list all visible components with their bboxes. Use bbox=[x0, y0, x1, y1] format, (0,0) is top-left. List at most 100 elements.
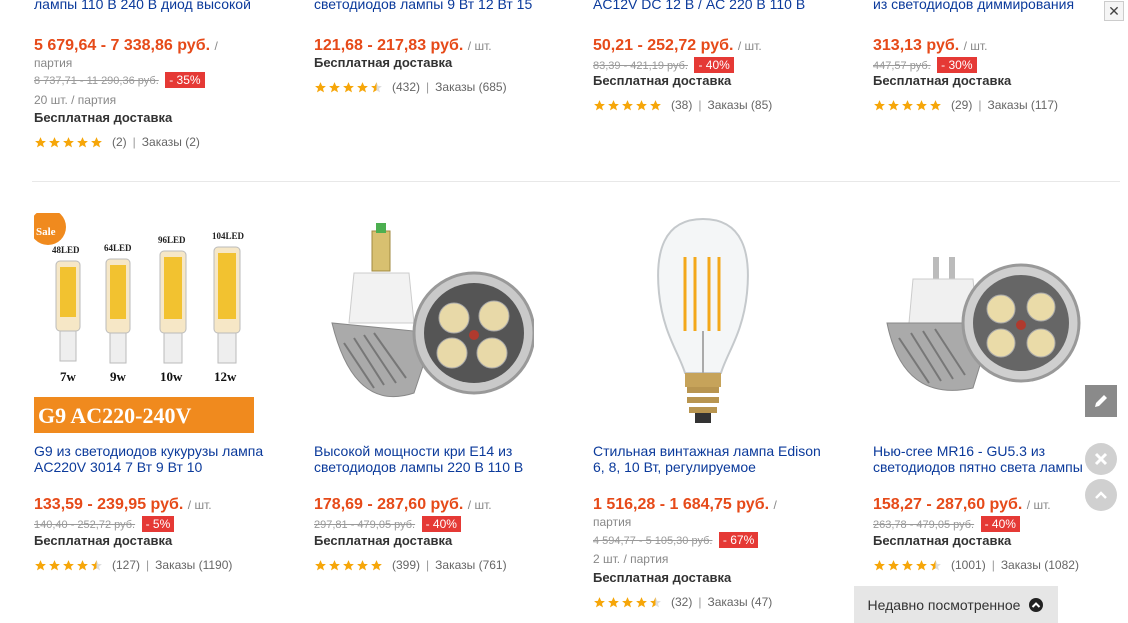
price: 178,69 - 287,60 руб. bbox=[314, 496, 464, 513]
price-unit: / шт. bbox=[187, 498, 212, 512]
price-unit: / шт. bbox=[737, 39, 762, 53]
product-title[interactable]: из светодиодов диммирования bbox=[873, 0, 1093, 13]
price: 133,59 - 239,95 руб. bbox=[34, 496, 184, 513]
review-count[interactable]: (127) bbox=[112, 558, 140, 572]
old-price: 263,78 - 479,05 руб. bbox=[873, 519, 975, 531]
star-icon bbox=[35, 136, 46, 147]
star-icon bbox=[594, 596, 605, 607]
star-icon bbox=[343, 81, 354, 92]
orders-count[interactable]: Заказы (761) bbox=[435, 558, 506, 572]
star-icon bbox=[608, 596, 619, 607]
orders-count[interactable]: Заказы (1082) bbox=[1001, 558, 1079, 572]
price: 50,21 - 252,72 руб. bbox=[593, 37, 734, 54]
product-title[interactable]: AC12V DC 12 В / AC 220 В 110 В bbox=[593, 0, 855, 13]
rating-stars bbox=[873, 99, 943, 112]
review-count[interactable]: (1001) bbox=[951, 558, 986, 572]
star-icon bbox=[622, 596, 633, 607]
chevron-up-icon bbox=[1029, 597, 1044, 612]
pencil-icon bbox=[1095, 395, 1107, 407]
discount-badge: - 40% bbox=[980, 516, 1020, 532]
review-count[interactable]: (432) bbox=[392, 80, 420, 94]
orders-count[interactable]: Заказы (85) bbox=[707, 98, 772, 112]
star-icon bbox=[916, 99, 927, 110]
star-icon bbox=[357, 81, 368, 92]
free-shipping: Бесплатная доставка bbox=[34, 110, 173, 125]
free-shipping: Бесплатная доставка bbox=[873, 73, 1012, 88]
star-icon bbox=[888, 559, 899, 570]
price-unit: / шт. bbox=[963, 39, 988, 53]
free-shipping: Бесплатная доставка bbox=[593, 73, 732, 88]
discount-badge: - 35% bbox=[165, 72, 205, 88]
star-icon bbox=[930, 559, 941, 570]
discount-badge: - 30% bbox=[937, 57, 977, 73]
orders-count[interactable]: Заказы (47) bbox=[707, 595, 772, 609]
star-icon bbox=[329, 559, 340, 570]
product-title[interactable]: Высокой мощности кри E14 из светодиодов … bbox=[314, 443, 554, 475]
price: 5 679,64 - 7 338,86 руб. bbox=[34, 37, 211, 54]
price-unit: / шт. bbox=[467, 498, 492, 512]
old-price: 8 737,71 - 11 290,36 руб. bbox=[34, 75, 159, 87]
star-icon bbox=[91, 136, 102, 147]
recently-viewed-bar[interactable]: Недавно посмотренное bbox=[854, 586, 1058, 623]
recently-viewed-label: Недавно посмотренное bbox=[867, 596, 1021, 613]
product-title[interactable]: Нью-cree MR16 - GU5.3 из светодиодов пят… bbox=[873, 443, 1093, 475]
price: 313,13 руб. bbox=[873, 37, 960, 54]
free-shipping: Бесплатная доставка bbox=[873, 533, 1012, 548]
star-icon bbox=[636, 99, 647, 110]
rating-stars bbox=[593, 596, 663, 609]
product-image[interactable] bbox=[314, 213, 534, 433]
review-count[interactable]: (29) bbox=[951, 98, 972, 112]
orders-count[interactable]: Заказы (117) bbox=[987, 98, 1058, 112]
star-icon bbox=[77, 136, 88, 147]
review-count[interactable]: (399) bbox=[392, 558, 420, 572]
free-shipping: Бесплатная доставка bbox=[34, 533, 173, 548]
discount-badge: - 67% bbox=[718, 532, 759, 548]
review-count[interactable]: (32) bbox=[671, 595, 692, 609]
orders-count[interactable]: Заказы (1190) bbox=[155, 558, 232, 572]
review-count[interactable]: (38) bbox=[671, 98, 692, 112]
rating-row: (2) | Заказы (2) bbox=[34, 135, 200, 149]
star-icon bbox=[622, 99, 633, 110]
close-button[interactable] bbox=[1085, 443, 1117, 475]
led-label: 48LED bbox=[52, 245, 80, 255]
price-unit-lot: партия bbox=[34, 56, 73, 70]
scroll-top-button[interactable] bbox=[1085, 479, 1117, 511]
old-price: 4 594,77 - 5 105,30 руб. bbox=[593, 535, 713, 547]
rating-row: (29) | Заказы (117) bbox=[873, 98, 1058, 112]
product-image[interactable] bbox=[593, 213, 813, 433]
price-unit: / шт. bbox=[1026, 498, 1051, 512]
star-icon bbox=[371, 81, 382, 92]
star-icon bbox=[916, 559, 927, 570]
banner-text: G9 AC220-240V bbox=[38, 403, 192, 428]
rating-stars bbox=[314, 81, 384, 94]
rating-stars bbox=[314, 559, 384, 572]
product-title[interactable]: лампы 110 В 240 В диод высокой bbox=[34, 0, 296, 13]
e14-spotlight-image bbox=[331, 223, 534, 398]
discount-badge: - 40% bbox=[694, 57, 734, 73]
review-count[interactable]: (2) bbox=[112, 135, 127, 149]
close-icon bbox=[1094, 452, 1108, 466]
star-icon bbox=[594, 99, 605, 110]
old-price: 83,39 - 421,19 руб. bbox=[593, 60, 688, 72]
product-title[interactable]: Стильная винтажная лампа Edison 6, 8, 10… bbox=[593, 443, 833, 475]
rating-row: (399) | Заказы (761) bbox=[314, 558, 507, 572]
rating-stars bbox=[34, 559, 104, 572]
product-image[interactable] bbox=[873, 213, 1093, 433]
orders-count[interactable]: Заказы (2) bbox=[142, 135, 200, 149]
star-icon bbox=[49, 559, 60, 570]
star-icon bbox=[91, 559, 102, 570]
product-title[interactable]: светодиодов лампы 9 Вт 12 Вт 15 bbox=[314, 0, 576, 13]
edit-button[interactable] bbox=[1085, 385, 1117, 417]
star-icon bbox=[357, 559, 368, 570]
price-unit-lot: партия bbox=[593, 515, 632, 529]
product-image[interactable]: Sale 48LED 64LED 96LED 104LED 7w 9w 10w … bbox=[34, 213, 254, 433]
orders-count[interactable]: Заказы (685) bbox=[435, 80, 506, 94]
rating-row: (432) | Заказы (685) bbox=[314, 80, 507, 94]
star-icon bbox=[930, 99, 941, 110]
sale-badge: Sale bbox=[36, 226, 56, 238]
close-top-button[interactable]: ✕ bbox=[1104, 1, 1124, 21]
product-title[interactable]: G9 из светодиодов кукурузы лампа AC220V … bbox=[34, 443, 274, 475]
free-shipping: Бесплатная доставка bbox=[593, 570, 732, 585]
rating-row: (1001) | Заказы (1082) bbox=[873, 558, 1079, 572]
free-shipping: Бесплатная доставка bbox=[314, 55, 453, 70]
